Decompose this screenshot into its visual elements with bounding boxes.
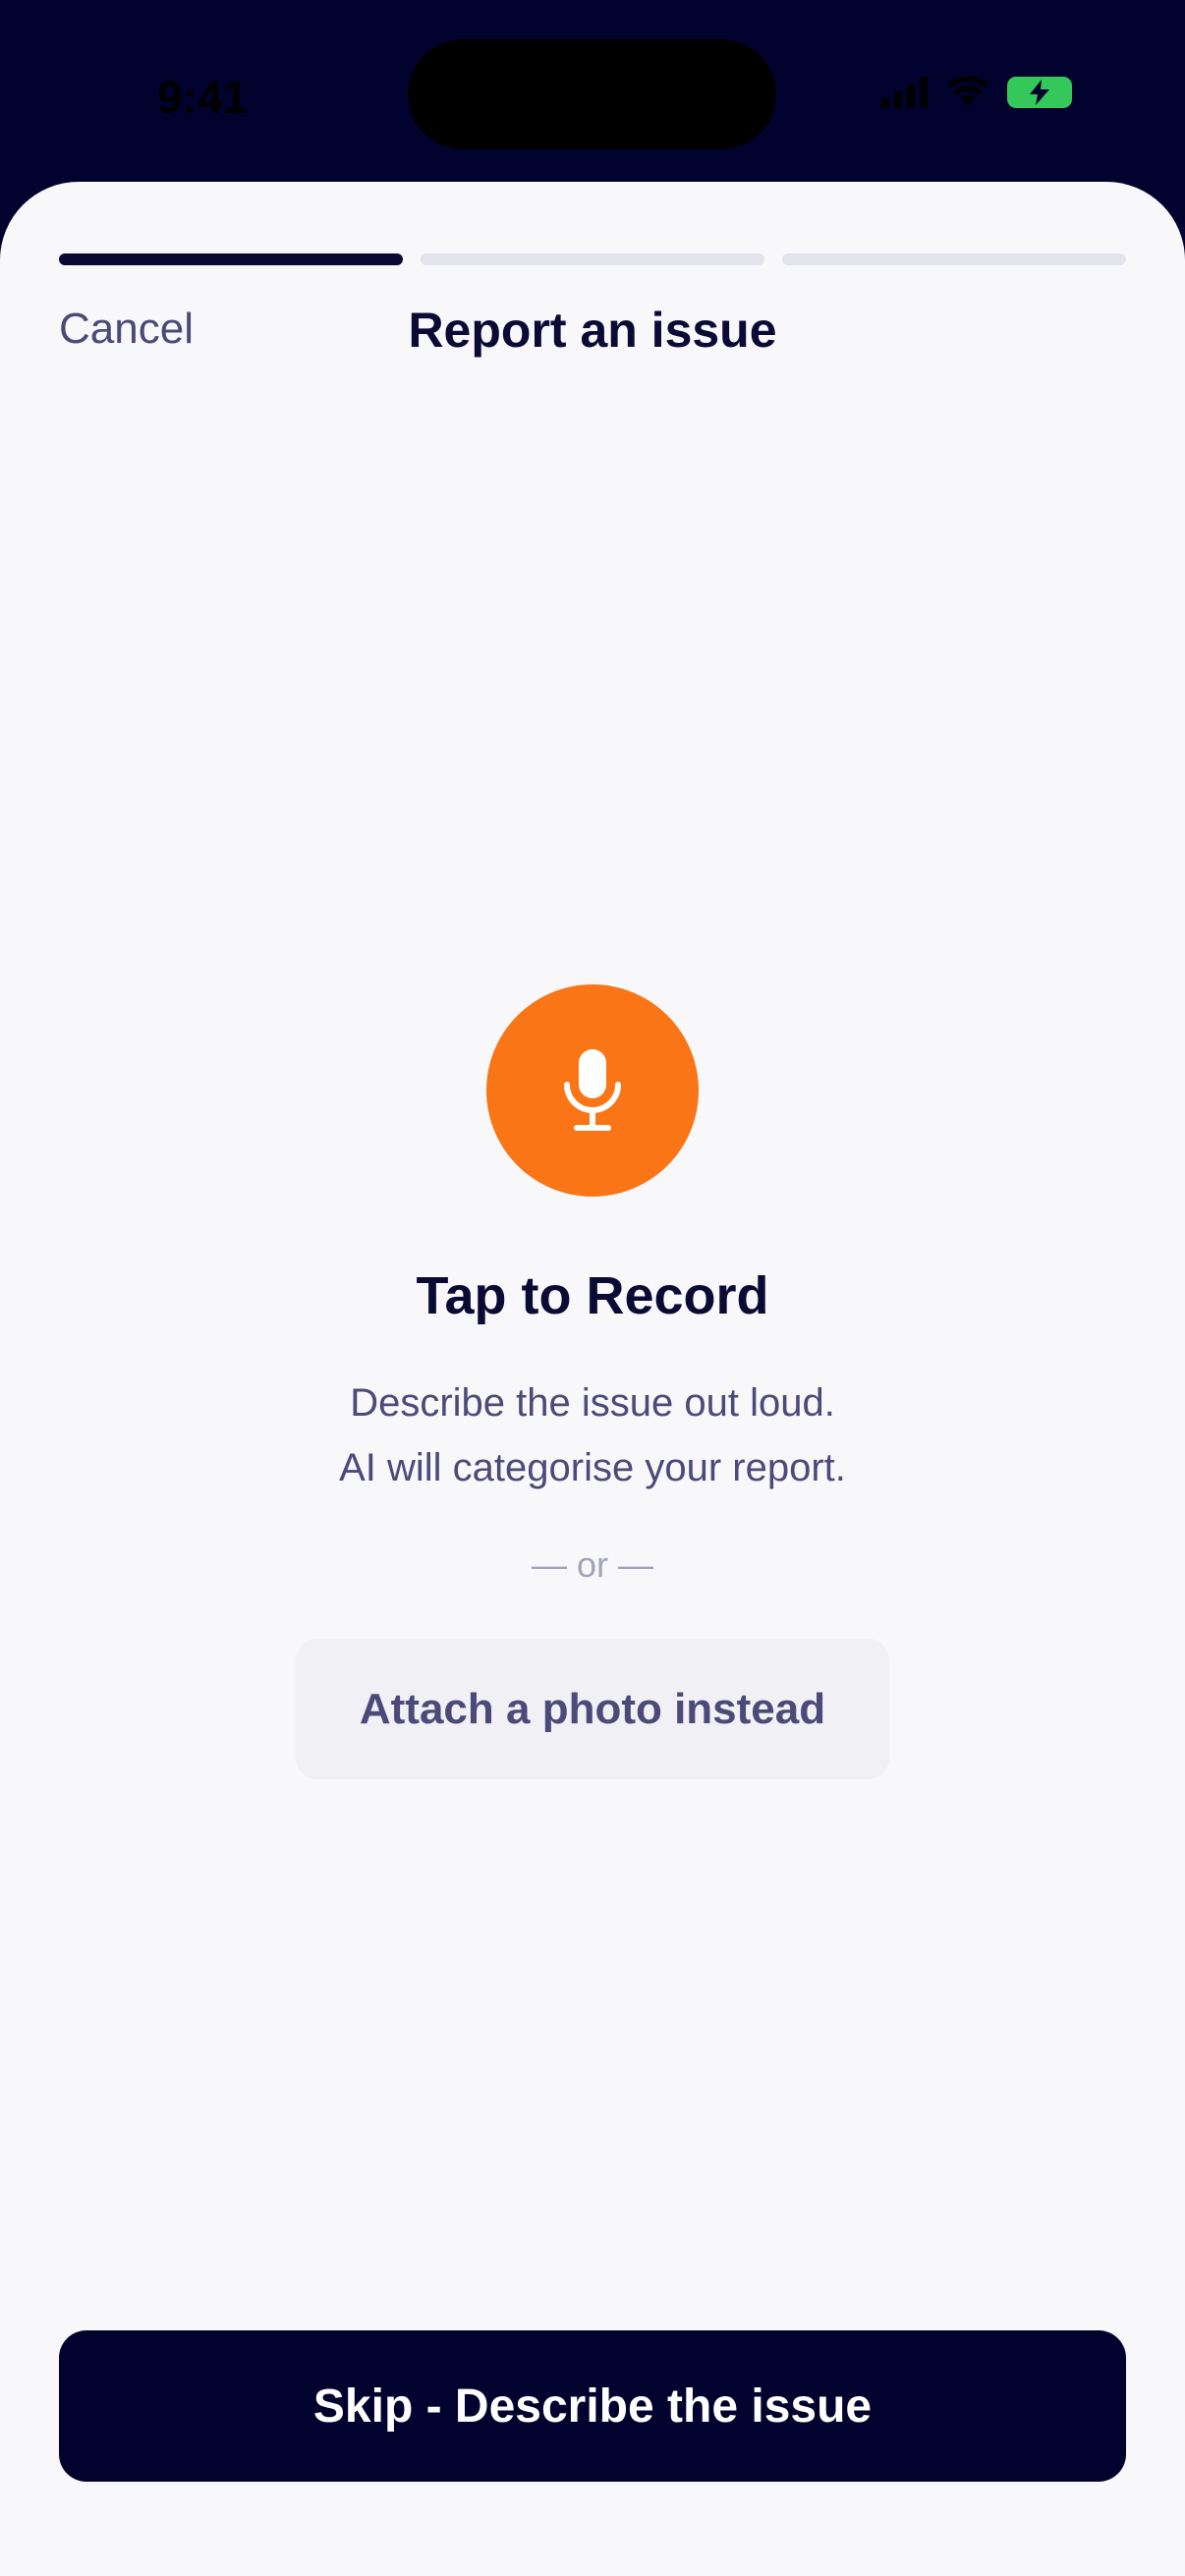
- signal-icon: [881, 77, 928, 108]
- record-description: Describe the issue out loud. AI will cat…: [0, 1371, 1185, 1500]
- battery-icon: [1007, 77, 1072, 108]
- status-icons: [881, 77, 1072, 108]
- record-button[interactable]: [486, 984, 699, 1197]
- skip-describe-button[interactable]: Skip - Describe the issue: [59, 2330, 1126, 2482]
- status-time: 9:41: [157, 72, 249, 123]
- step-progress: [59, 253, 1126, 265]
- progress-step-3: [782, 253, 1126, 265]
- report-sheet: Cancel Report an issue Tap to Record Des…: [0, 182, 1185, 2576]
- description-line-1: Describe the issue out loud.: [350, 1381, 835, 1425]
- or-divider: — or —: [531, 1544, 653, 1585]
- wifi-icon: [947, 77, 988, 106]
- progress-step-2: [421, 253, 764, 265]
- charging-bolt-icon: [1030, 80, 1049, 105]
- description-line-2: AI will categorise your report.: [339, 1446, 846, 1489]
- record-title: Tap to Record: [416, 1266, 769, 1325]
- dynamic-island: [408, 39, 776, 149]
- page-title: Report an issue: [408, 303, 777, 358]
- progress-step-1: [59, 253, 403, 265]
- attach-photo-button[interactable]: Attach a photo instead: [296, 1639, 889, 1779]
- microphone-icon: [564, 1049, 621, 1131]
- status-bar: 9:41: [0, 0, 1185, 182]
